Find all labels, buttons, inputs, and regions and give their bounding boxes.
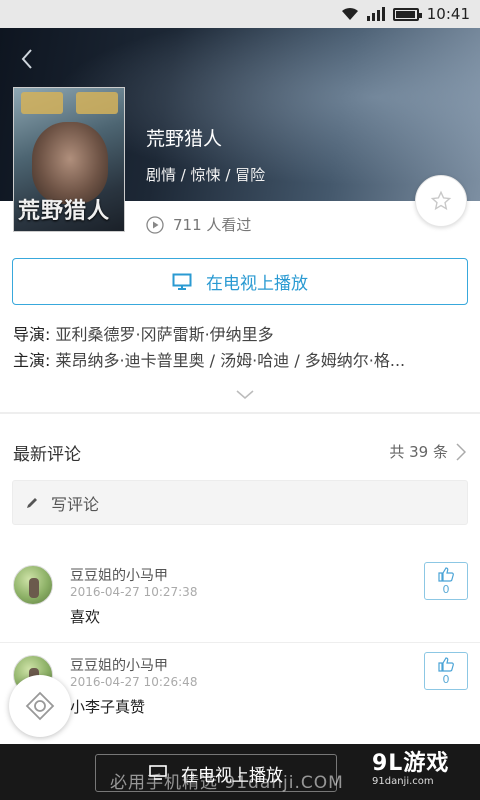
remote-control-icon <box>25 691 55 721</box>
view-count-text: 711 人看过 <box>173 216 252 234</box>
brand-name: 9L游戏 <box>372 751 450 776</box>
like-count: 0 <box>442 672 450 686</box>
cast-row: 主演: 莱昂纳多·迪卡普里奥 / 汤姆·哈迪 / 多姆纳尔·格... <box>13 348 473 374</box>
chevron-right-icon <box>456 442 466 461</box>
remote-control-button[interactable] <box>9 675 71 737</box>
battery-icon <box>392 7 422 21</box>
award-laurels <box>14 92 124 114</box>
like-count: 0 <box>442 582 450 596</box>
poster-title: 荒野猎人 <box>18 199 111 224</box>
comments-count: 共 39 条 <box>389 443 448 461</box>
cast-label: 主演: <box>13 351 51 370</box>
director-row: 导演: 亚利桑德罗·冈萨雷斯·伊纳里多 <box>13 322 473 348</box>
credits-block: 导演: 亚利桑德罗·冈萨雷斯·伊纳里多 主演: 莱昂纳多·迪卡普里奥 / 汤姆·… <box>13 322 473 374</box>
status-time: 10:41 <box>426 5 470 23</box>
movie-poster[interactable]: 荒野猎人 <box>13 87 125 232</box>
section-divider <box>0 412 480 414</box>
star-icon <box>430 190 452 211</box>
comment-time: 2016-04-27 10:26:48 <box>70 675 198 689</box>
brand-url: 91danji.com <box>372 776 434 787</box>
favorite-button[interactable] <box>415 175 467 227</box>
comments-section-title: 最新评论 <box>13 445 81 465</box>
like-button[interactable]: 0 <box>424 652 468 690</box>
comment-username[interactable]: 豆豆姐的小马甲 <box>70 655 168 675</box>
wifi-icon <box>341 7 359 21</box>
poster-portrait <box>32 122 108 204</box>
thumbs-up-icon <box>438 656 454 672</box>
tv-icon <box>172 273 192 290</box>
signal-icon <box>366 7 385 21</box>
comment-item: 豆豆姐的小马甲 2016-04-27 10:27:38 喜欢 0 <box>0 555 480 643</box>
cast-names: 莱昂纳多·迪卡普里奥 / 汤姆·哈迪 / 多姆纳尔·格... <box>55 351 406 370</box>
play-on-tv-label: 在电视上播放 <box>206 274 308 294</box>
movie-title: 荒野猎人 <box>146 128 223 150</box>
chevron-down-icon[interactable] <box>236 385 254 404</box>
write-comment-label: 写评论 <box>51 494 100 514</box>
status-bar: 10:41 <box>0 0 480 28</box>
comment-divider <box>0 642 480 643</box>
back-arrow-icon[interactable] <box>20 48 34 74</box>
all-comments-link[interactable]: 共 39 条 <box>389 441 466 462</box>
watermark-text: 必用手机精选 91danji.COM <box>110 773 344 793</box>
director-label: 导演: <box>13 325 51 344</box>
comment-text: 喜欢 <box>70 608 101 626</box>
play-circle-icon <box>146 215 164 234</box>
thumbs-up-icon <box>438 566 454 582</box>
view-count: 711 人看过 <box>146 214 251 235</box>
comment-item: 豆豆姐的小马甲 2016-04-27 10:26:48 小李子真赞 0 <box>0 645 480 733</box>
movie-genres: 剧情 / 惊悚 / 冒险 <box>146 166 266 184</box>
pencil-icon <box>27 497 37 508</box>
write-comment-button[interactable]: 写评论 <box>12 480 468 525</box>
play-on-tv-button[interactable]: 在电视上播放 <box>12 258 468 305</box>
comment-username[interactable]: 豆豆姐的小马甲 <box>70 565 168 585</box>
comment-text: 小李子真赞 <box>70 698 146 716</box>
director-name: 亚利桑德罗·冈萨雷斯·伊纳里多 <box>55 325 274 344</box>
like-button[interactable]: 0 <box>424 562 468 600</box>
comment-time: 2016-04-27 10:27:38 <box>70 585 198 599</box>
brand-logo: 9L游戏 91danji.com <box>372 751 450 788</box>
avatar[interactable] <box>13 565 53 605</box>
